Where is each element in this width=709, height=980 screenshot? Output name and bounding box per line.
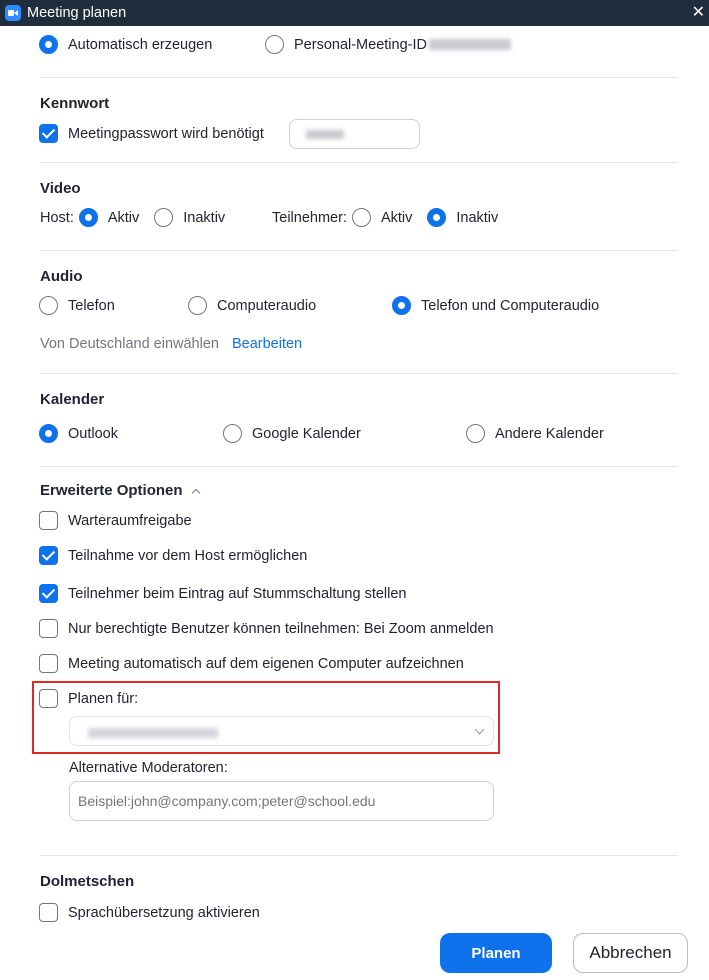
schedule-for-value-redacted xyxy=(88,728,218,738)
video-host-label: Host: xyxy=(40,209,74,226)
advanced-options-toggle[interactable]: Erweiterte Optionen xyxy=(40,482,200,499)
window-titlebar: Meeting planen ✕ xyxy=(0,0,709,26)
calendar-other-label: Andere Kalender xyxy=(495,425,604,442)
close-icon[interactable]: ✕ xyxy=(692,2,705,22)
divider xyxy=(40,855,678,856)
video-participants-off-radio[interactable] xyxy=(427,208,447,227)
audio-computer-option[interactable]: Computeraudio xyxy=(188,296,316,315)
calendar-heading: Kalender xyxy=(40,391,105,408)
zoom-app-icon xyxy=(5,5,21,21)
calendar-outlook-option[interactable]: Outlook xyxy=(39,424,118,443)
audio-edit-link[interactable]: Bearbeiten xyxy=(232,336,302,352)
interpretation-option[interactable]: Sprachübersetzung aktivieren xyxy=(39,903,260,922)
meeting-id-personal-option[interactable]: Personal-Meeting-ID xyxy=(265,35,511,54)
video-participants-group: Teilnehmer: Aktiv Inaktiv xyxy=(272,208,498,227)
auth-users-only-checkbox[interactable] xyxy=(39,619,58,638)
window-title: Meeting planen xyxy=(27,5,127,21)
alt-hosts-input[interactable] xyxy=(69,781,494,821)
audio-computer-label: Computeraudio xyxy=(217,297,317,314)
calendar-google-option[interactable]: Google Kalender xyxy=(223,424,361,443)
video-participants-on-label: Aktiv xyxy=(380,209,413,226)
chevron-down-icon xyxy=(474,724,485,735)
password-required-label: Meetingpasswort wird benötigt xyxy=(68,125,264,142)
calendar-outlook-label: Outlook xyxy=(68,425,118,442)
divider xyxy=(40,466,678,467)
waiting-room-checkbox[interactable] xyxy=(39,511,58,530)
video-host-on-label: Aktiv xyxy=(107,209,140,226)
video-host-off-radio[interactable] xyxy=(154,208,174,227)
waiting-room-label: Warteraumfreigabe xyxy=(68,512,192,529)
calendar-google-radio[interactable] xyxy=(223,424,242,443)
interpretation-checkbox[interactable] xyxy=(39,903,58,922)
audio-heading: Audio xyxy=(40,268,83,285)
audio-phone-option[interactable]: Telefon xyxy=(39,296,115,315)
schedule-for-option[interactable]: Planen für: xyxy=(39,689,138,708)
cancel-button[interactable]: Abbrechen xyxy=(573,933,688,973)
calendar-other-radio[interactable] xyxy=(466,424,485,443)
video-heading: Video xyxy=(40,180,81,197)
video-participants-label: Teilnehmer: xyxy=(272,209,347,226)
audio-both-radio[interactable] xyxy=(392,296,411,315)
audio-dialin-row: Von Deutschland einwählen Bearbeiten xyxy=(40,336,302,352)
schedule-for-label: Planen für: xyxy=(68,690,139,707)
interpretation-label: Sprachübersetzung aktivieren xyxy=(68,904,260,921)
password-input[interactable] xyxy=(289,119,420,149)
auto-record-checkbox[interactable] xyxy=(39,654,58,673)
video-participants-off-label: Inaktiv xyxy=(456,209,499,226)
mute-on-entry-option[interactable]: Teilnehmer beim Eintrag auf Stummschaltu… xyxy=(39,584,407,603)
alt-hosts-label: Alternative Moderatoren: xyxy=(69,760,228,776)
video-host-on-radio[interactable] xyxy=(78,208,98,227)
divider xyxy=(40,77,678,78)
mute-on-entry-label: Teilnehmer beim Eintrag auf Stummschaltu… xyxy=(68,585,407,602)
video-participants-on-radio[interactable] xyxy=(351,208,371,227)
auto-record-label: Meeting automatisch auf dem eigenen Comp… xyxy=(68,655,464,672)
video-host-group: Host: Aktiv Inaktiv xyxy=(40,208,225,227)
schedule-for-checkbox[interactable] xyxy=(39,689,58,708)
mute-on-entry-checkbox[interactable] xyxy=(39,584,58,603)
password-value-redacted xyxy=(306,130,344,139)
divider xyxy=(40,373,678,374)
audio-both-label: Telefon und Computeraudio xyxy=(421,297,600,314)
audio-phone-label: Telefon xyxy=(68,297,115,314)
join-before-host-label: Teilnahme vor dem Host ermöglichen xyxy=(68,547,308,564)
calendar-outlook-radio[interactable] xyxy=(39,424,58,443)
schedule-for-dropdown[interactable] xyxy=(69,716,494,746)
meeting-id-personal-label: Personal-Meeting-ID xyxy=(294,36,427,53)
audio-phone-radio[interactable] xyxy=(39,296,58,315)
chevron-up-icon xyxy=(191,488,200,497)
meeting-id-auto-label: Automatisch erzeugen xyxy=(68,36,213,53)
video-host-off-label: Inaktiv xyxy=(183,209,226,226)
meeting-id-auto-radio[interactable] xyxy=(39,35,58,54)
personal-meeting-id-redacted xyxy=(428,39,511,50)
divider xyxy=(40,162,678,163)
password-heading: Kennwort xyxy=(40,95,110,112)
divider xyxy=(40,250,678,251)
join-before-host-option[interactable]: Teilnahme vor dem Host ermöglichen xyxy=(39,546,307,565)
waiting-room-option[interactable]: Warteraumfreigabe xyxy=(39,511,192,530)
calendar-other-option[interactable]: Andere Kalender xyxy=(466,424,604,443)
advanced-options-heading: Erweiterte Optionen xyxy=(40,482,183,499)
audio-both-option[interactable]: Telefon und Computeraudio xyxy=(392,296,599,315)
audio-dialin-text: Von Deutschland einwählen xyxy=(40,336,219,352)
auth-users-only-option[interactable]: Nur berechtigte Benutzer können teilnehm… xyxy=(39,619,494,638)
join-before-host-checkbox[interactable] xyxy=(39,546,58,565)
interpretation-heading: Dolmetschen xyxy=(40,873,135,890)
schedule-button[interactable]: Planen xyxy=(440,933,552,973)
password-required-checkbox[interactable] xyxy=(39,124,58,143)
auth-users-only-label: Nur berechtigte Benutzer können teilnehm… xyxy=(68,620,494,637)
calendar-google-label: Google Kalender xyxy=(252,425,361,442)
password-required-option[interactable]: Meetingpasswort wird benötigt xyxy=(39,124,264,143)
meeting-id-personal-radio[interactable] xyxy=(265,35,284,54)
auto-record-option[interactable]: Meeting automatisch auf dem eigenen Comp… xyxy=(39,654,464,673)
audio-computer-radio[interactable] xyxy=(188,296,207,315)
meeting-id-auto-option[interactable]: Automatisch erzeugen xyxy=(39,35,212,54)
